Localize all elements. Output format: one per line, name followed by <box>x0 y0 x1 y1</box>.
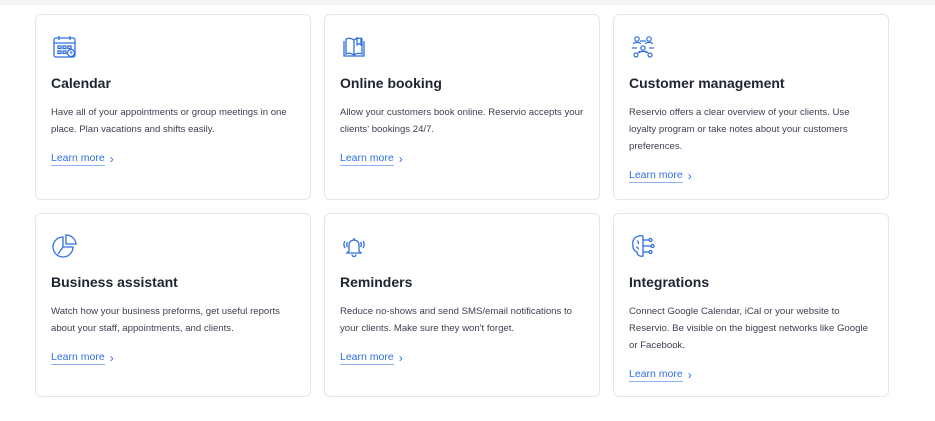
learn-more-link[interactable]: Learn more › <box>629 169 692 183</box>
card-description: Reservio offers a clear overview of your… <box>629 107 850 152</box>
card-description: Watch how your business preforms, get us… <box>51 306 280 334</box>
card-title: Online booking <box>340 75 442 91</box>
learn-more-label: Learn more <box>51 351 105 365</box>
learn-more-label: Learn more <box>340 351 394 365</box>
chevron-right-icon: › <box>109 351 114 365</box>
card-description: Connect Google Calendar, iCal or your we… <box>629 306 868 351</box>
feature-card-calendar: Calendar Have all of your appointments o… <box>35 14 311 200</box>
learn-more-link[interactable]: Learn more › <box>51 152 114 166</box>
learn-more-label: Learn more <box>629 368 683 382</box>
card-title: Calendar <box>51 75 111 91</box>
calendar-icon <box>51 33 79 61</box>
chevron-right-icon: › <box>687 169 692 183</box>
learn-more-label: Learn more <box>340 152 394 166</box>
features-grid: Calendar Have all of your appointments o… <box>35 14 889 397</box>
feature-card-business-assistant: Business assistant Watch how your busine… <box>35 213 311 397</box>
chevron-right-icon: › <box>398 351 403 365</box>
book-icon <box>340 33 368 61</box>
chevron-right-icon: › <box>109 152 114 166</box>
feature-card-integrations: Integrations Connect Google Calendar, iC… <box>613 213 889 397</box>
card-description: Have all of your appointments or group m… <box>51 107 287 135</box>
chevron-right-icon: › <box>398 152 403 166</box>
learn-more-link[interactable]: Learn more › <box>629 368 692 382</box>
integrations-icon <box>629 232 657 260</box>
bell-icon <box>340 232 368 260</box>
learn-more-link[interactable]: Learn more › <box>340 351 403 365</box>
customers-icon <box>629 33 657 61</box>
pie-chart-icon <box>51 232 79 260</box>
card-title: Business assistant <box>51 274 178 290</box>
card-title: Customer management <box>629 75 785 91</box>
card-title: Reminders <box>340 274 413 290</box>
card-description: Allow your customers book online. Reserv… <box>340 107 584 135</box>
card-description: Reduce no-shows and send SMS/email notif… <box>340 306 572 334</box>
learn-more-link[interactable]: Learn more › <box>340 152 403 166</box>
feature-card-reminders: Reminders Reduce no-shows and send SMS/e… <box>324 213 600 397</box>
chevron-right-icon: › <box>687 368 692 382</box>
feature-card-online-booking: Online booking Allow your customers book… <box>324 14 600 200</box>
learn-more-label: Learn more <box>629 169 683 183</box>
top-bar <box>0 0 935 5</box>
learn-more-label: Learn more <box>51 152 105 166</box>
learn-more-link[interactable]: Learn more › <box>51 351 114 365</box>
card-title: Integrations <box>629 274 710 290</box>
feature-card-customer-management: Customer management Reservio offers a cl… <box>613 14 889 200</box>
